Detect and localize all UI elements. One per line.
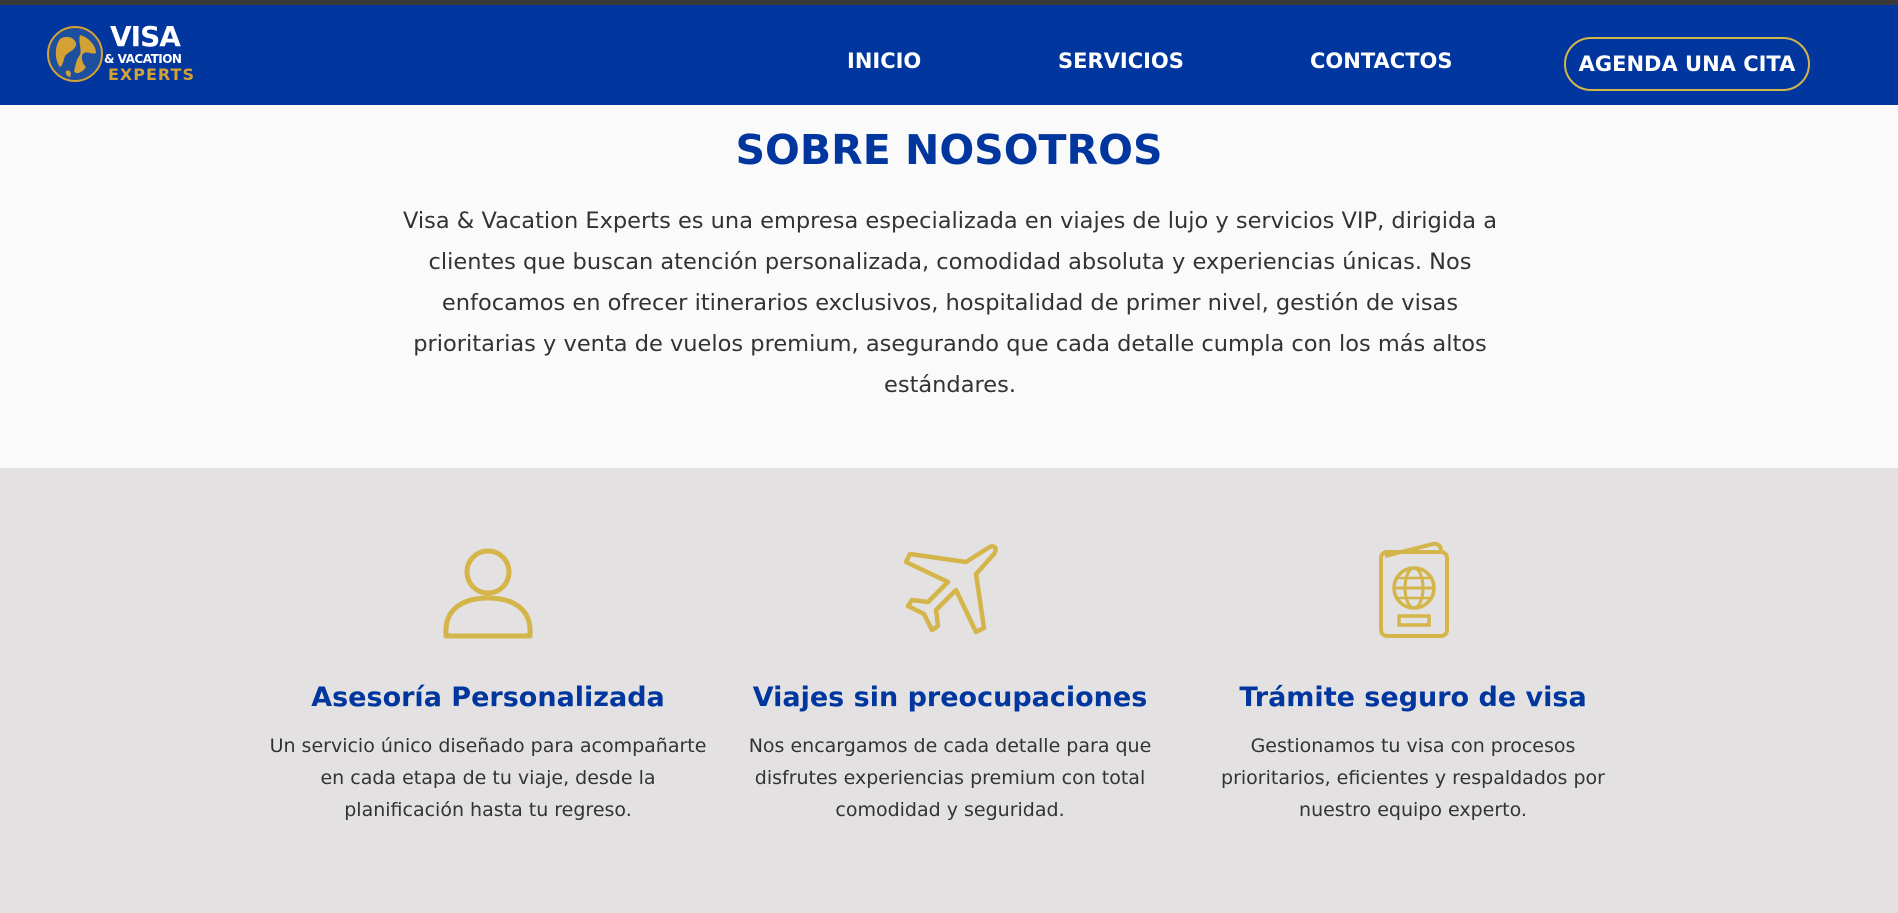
passport-icon [1379,541,1449,638]
nav-link-servicios[interactable]: SERVICIOS [1058,48,1184,74]
nav-link-inicio[interactable]: INICIO [847,48,921,74]
about-title: SOBRE NOSOTROS [735,126,1163,174]
navbar: VISA & VACATION EXPERTS INICIO SERVICIOS… [0,5,1898,105]
feature-card-visa: Trámite seguro de visa Gestionamos tu vi… [1193,540,1633,826]
site-logo[interactable]: VISA & VACATION EXPERTS [46,21,196,91]
nav-link-contactos[interactable]: CONTACTOS [1310,48,1453,74]
logo-text-experts: EXPERTS [108,65,195,84]
logo-text-vacation: & VACATION [104,52,182,66]
feature-title: Trámite seguro de visa [1239,682,1587,713]
feature-description: Gestionamos tu visa con procesos priorit… [1221,735,1605,821]
feature-card-viajes: Viajes sin preocupaciones Nos encargamos… [730,540,1170,826]
user-icon [443,548,533,639]
feature-card-asesoria: Asesoría Personalizada Un servicio único… [268,540,708,826]
airplane-icon [903,544,998,635]
feature-title: Viajes sin preocupaciones [752,682,1148,713]
globe-icon [47,26,103,82]
feature-description: Un servicio único diseñado para acompaña… [269,735,707,821]
book-appointment-button[interactable]: AGENDA UNA CITA [1564,37,1810,91]
features-section: Asesoría Personalizada Un servicio único… [0,468,1898,913]
feature-title: Asesoría Personalizada [311,682,665,713]
logo-text-visa: VISA [110,20,181,53]
feature-description: Nos encargamos de cada detalle para que … [748,735,1152,821]
about-description: Visa & Vacation Experts es una empresa e… [403,208,1497,398]
